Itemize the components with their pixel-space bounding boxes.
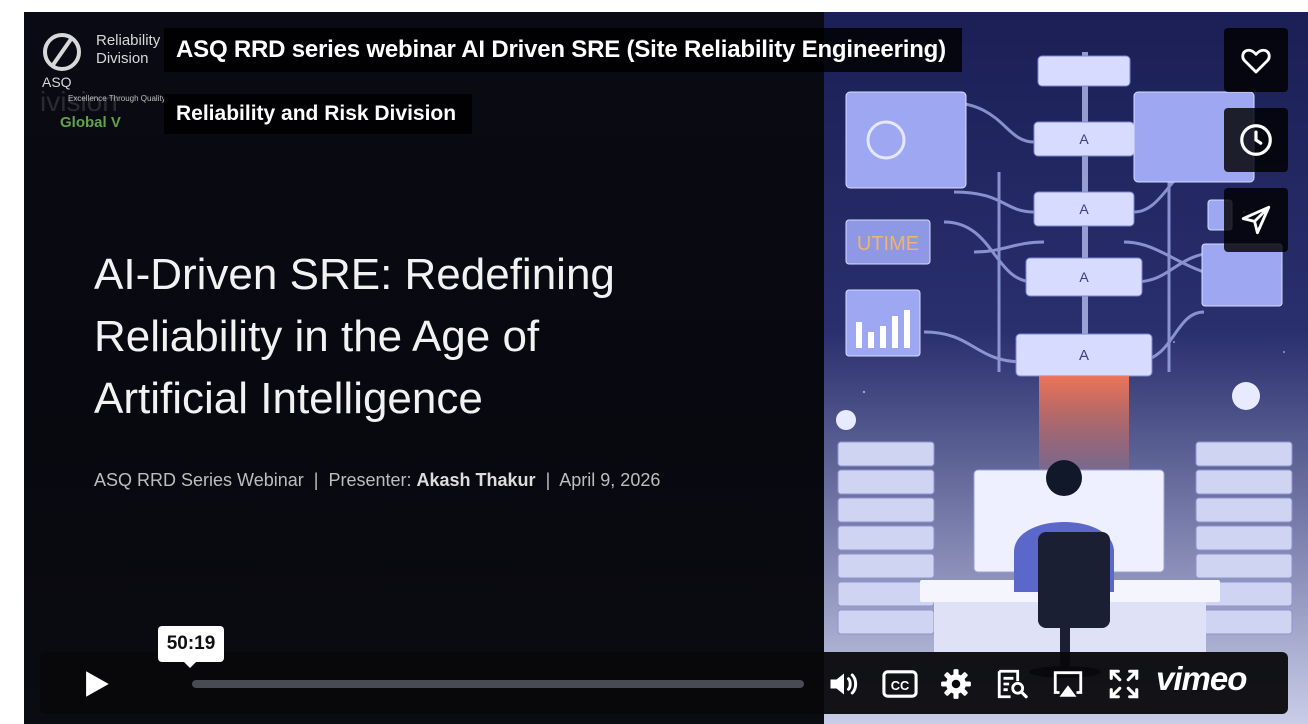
node-letter: A [1079, 347, 1089, 364]
cc-icon: CC [882, 670, 918, 698]
airplay-button[interactable] [1048, 666, 1088, 702]
transcript-icon [997, 669, 1028, 699]
separator: | [313, 470, 319, 490]
captions-button[interactable]: CC [880, 666, 920, 702]
clock-icon [1240, 124, 1272, 156]
video-player[interactable]: A A A A UTIME ivision Reliability Divisi… [24, 12, 1308, 724]
transcript-button[interactable] [992, 666, 1032, 702]
uptime-label: UTIME [857, 233, 919, 255]
presenter-name: Akash Thakur [416, 470, 536, 490]
volume-button[interactable] [824, 666, 864, 702]
logo-line1: Reliability [96, 32, 161, 49]
logo-asq: ASQ [42, 74, 72, 90]
presenter-label: Presenter: [328, 470, 412, 490]
division-logo: ivision Reliability Division ASQ Excelle… [40, 30, 180, 140]
svg-text:CC: CC [891, 678, 910, 693]
play-button[interactable] [56, 658, 136, 710]
logo-global: Global V [60, 114, 121, 131]
node-letter: A [1079, 131, 1089, 147]
slide-heading-line: Artificial Intelligence [94, 374, 483, 423]
logo-tagline: Excellence Through Quality [68, 94, 166, 103]
hover-time-tooltip: 50:19 [158, 626, 224, 668]
settings-icon [941, 669, 971, 699]
volume-icon [830, 673, 858, 695]
fullscreen-icon [1109, 669, 1139, 699]
series-name: ASQ RRD Series Webinar [94, 470, 304, 490]
share-button[interactable] [1224, 188, 1288, 252]
airplay-icon [1053, 671, 1083, 697]
like-button[interactable] [1224, 28, 1288, 92]
video-byline[interactable]: Reliability and Risk Division [164, 94, 473, 134]
slide-subtitle: ASQ RRD Series Webinar | Presenter: Akas… [94, 470, 660, 491]
video-title[interactable]: ASQ RRD series webinar AI Driven SRE (Si… [164, 28, 962, 72]
heart-icon [1241, 48, 1271, 74]
slide-heading-line: AI-Driven SRE: Redefining [94, 250, 615, 299]
settings-button[interactable] [936, 666, 976, 702]
presentation-date: April 9, 2026 [559, 470, 661, 490]
progress-bar[interactable] [192, 680, 804, 688]
paper-plane-icon [1241, 205, 1271, 235]
slide-heading: AI-Driven SRE: Redefining Reliability in… [94, 244, 774, 430]
node-letter: A [1079, 269, 1089, 285]
logo-text: Reliability Division [96, 32, 160, 68]
fullscreen-button[interactable] [1104, 666, 1144, 702]
play-icon [86, 671, 109, 697]
node-letter: A [1079, 201, 1089, 217]
logo-line2: Division [96, 50, 149, 67]
watch-later-button[interactable] [1224, 108, 1288, 172]
separator: | [545, 470, 551, 490]
asq-logo-icon [43, 33, 81, 71]
slide-heading-line: Reliability in the Age of [94, 312, 540, 361]
vimeo-logo[interactable]: vimeo [1156, 660, 1247, 698]
